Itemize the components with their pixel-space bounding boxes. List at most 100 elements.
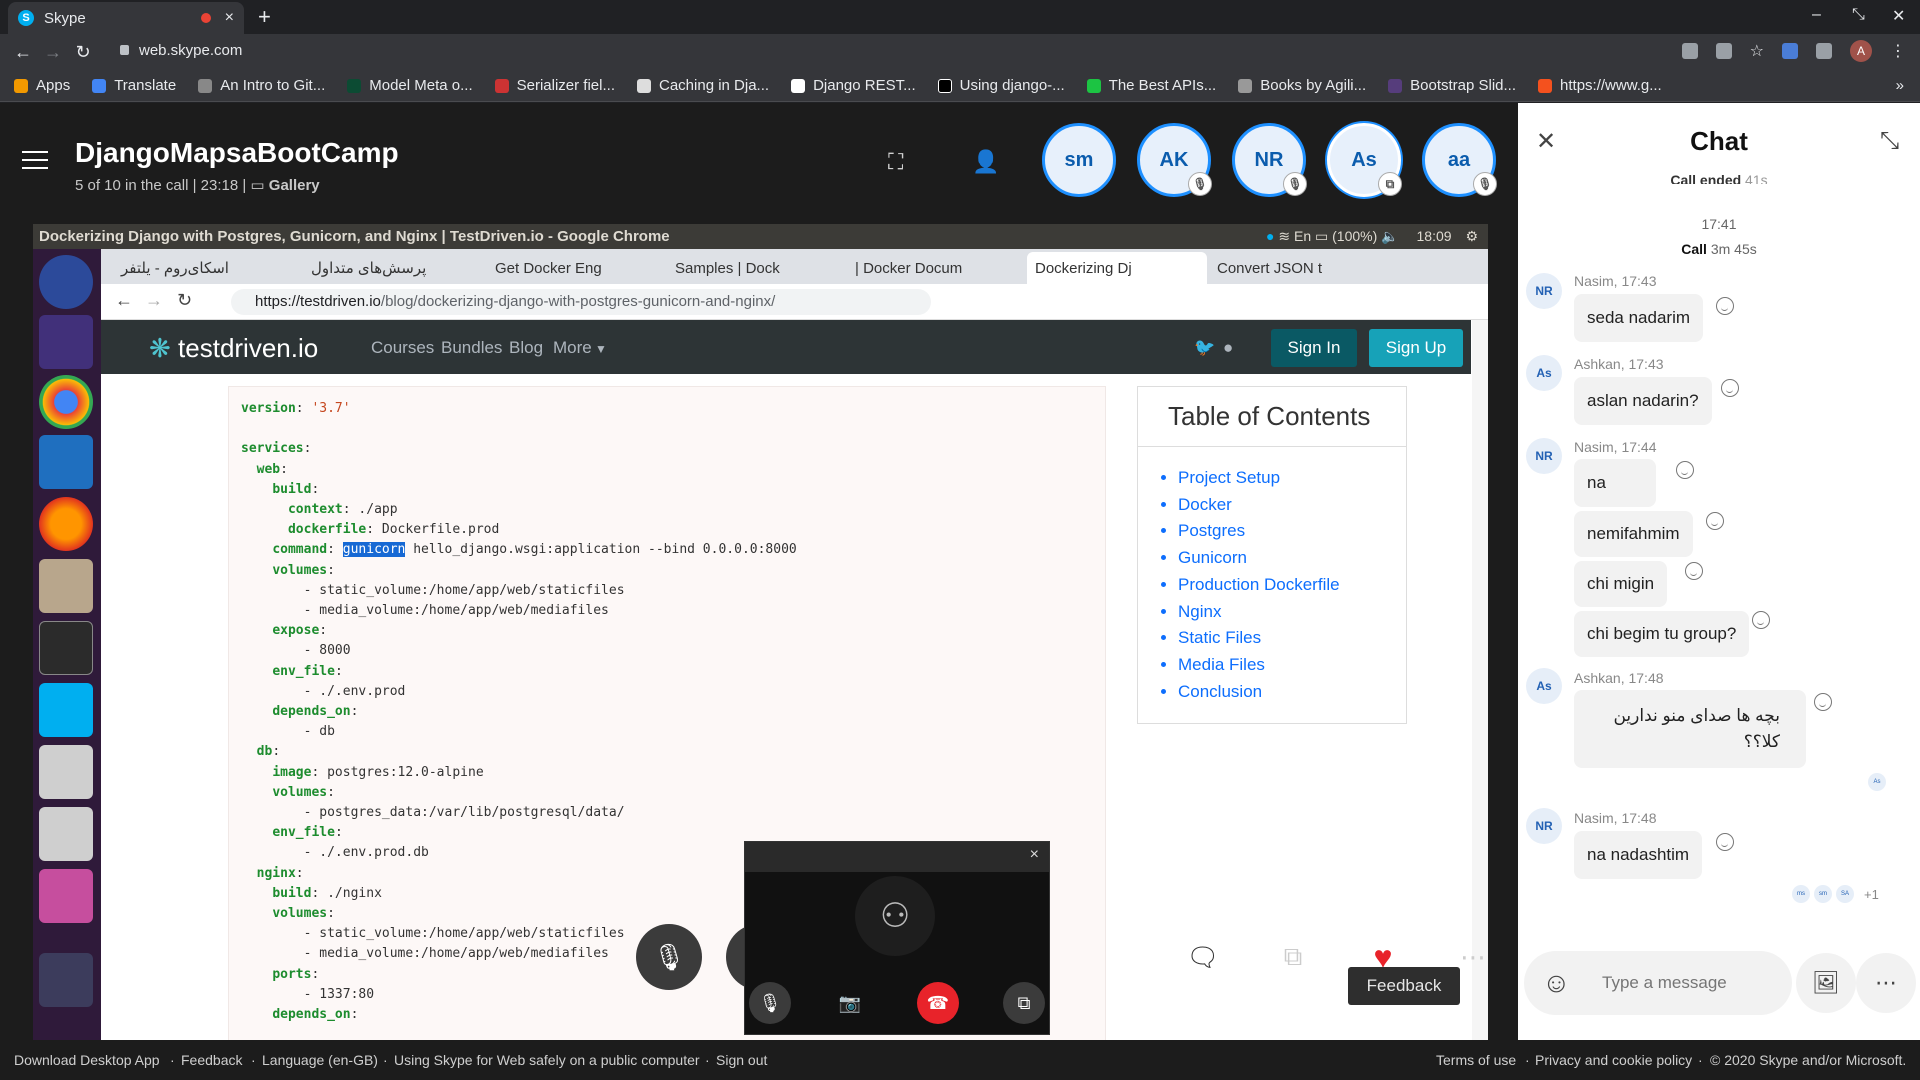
bookmark-item[interactable]: Caching in Dja... xyxy=(637,77,769,94)
emoji-icon[interactable]: ☺ xyxy=(1542,967,1571,999)
bookmark-item[interactable]: Django REST... xyxy=(791,77,916,94)
ubuntu-icon xyxy=(39,255,93,309)
self-mic-button[interactable]: 🎙 xyxy=(749,982,791,1024)
app-icon xyxy=(39,869,93,923)
site-logo: ❋ testdriven.io xyxy=(149,333,319,363)
sender-avatar[interactable]: NR xyxy=(1526,808,1562,844)
participant-avatar-sharing[interactable]: As ⧉ xyxy=(1327,123,1402,197)
message-bubble[interactable]: na xyxy=(1574,459,1656,507)
add-reaction-icon[interactable] xyxy=(1721,379,1739,397)
message-bubble[interactable]: nemifahmim xyxy=(1574,511,1693,557)
message-bubble[interactable]: aslan nadarin? xyxy=(1574,377,1712,425)
bookmark-star-icon[interactable]: ☆ xyxy=(1750,41,1764,61)
expand-icon[interactable]: ⤡ xyxy=(1880,127,1899,155)
language-link[interactable]: Language (en-GB) xyxy=(262,1052,378,1068)
chat-title: Chat xyxy=(1690,126,1748,156)
mute-microphone-button[interactable]: 🎙 xyxy=(636,924,702,990)
hamburger-menu-icon[interactable] xyxy=(22,151,48,169)
sender-avatar[interactable]: NR xyxy=(1526,438,1562,474)
share-screen-icon: ⧉ xyxy=(1017,992,1031,1013)
minimize-window-icon[interactable]: – xyxy=(1812,6,1821,24)
add-reaction-icon[interactable] xyxy=(1716,833,1734,851)
add-reaction-icon[interactable] xyxy=(1752,611,1770,629)
participant-avatar[interactable]: AK 🎙 xyxy=(1137,123,1212,197)
more-chat-options-button[interactable]: ⋯ xyxy=(1856,953,1916,1013)
zoom-icon[interactable] xyxy=(1715,43,1732,59)
feedback-link[interactable]: Feedback xyxy=(181,1052,242,1068)
muted-mic-icon: 🎙 xyxy=(1473,172,1497,196)
recording-indicator-icon xyxy=(200,13,211,23)
open-chat-button[interactable]: 🗨 xyxy=(1170,924,1236,990)
screen-layout-icon[interactable]: ⛶ xyxy=(888,149,903,175)
extension-icon[interactable] xyxy=(1782,43,1798,59)
code-value: - ./.env.prod xyxy=(303,683,406,699)
bookmark-item[interactable]: Bootstrap Slid... xyxy=(1388,77,1516,94)
message-meta: Nasim, 17:43 xyxy=(1574,273,1657,289)
profile-avatar[interactable]: A xyxy=(1850,40,1872,62)
bookmark-item[interactable]: Model Meta o... xyxy=(347,77,473,94)
participant-avatar[interactable]: aa 🎙 xyxy=(1422,123,1497,197)
read-receipt-avatar: sm xyxy=(1814,885,1832,903)
view-mode-button[interactable]: Gallery xyxy=(269,177,320,194)
add-reaction-icon[interactable] xyxy=(1685,562,1703,580)
close-window-icon[interactable]: ✕ xyxy=(1892,6,1905,26)
add-reaction-icon[interactable] xyxy=(1716,297,1734,315)
back-arrow-icon[interactable]: ← xyxy=(8,42,38,63)
add-reaction-icon[interactable] xyxy=(1706,512,1724,530)
terms-link[interactable]: Terms of use xyxy=(1436,1052,1516,1068)
bookmark-item[interactable]: Books by Agili... xyxy=(1238,77,1366,94)
code-line: - db xyxy=(241,724,335,739)
add-reaction-icon[interactable] xyxy=(1676,461,1694,479)
sender-avatar[interactable]: NR xyxy=(1526,273,1562,309)
self-share-button[interactable]: ⧉ xyxy=(1003,982,1045,1024)
privacy-link[interactable]: Privacy and cookie policy xyxy=(1535,1052,1692,1068)
download-app-link[interactable]: Download Desktop App xyxy=(14,1052,160,1068)
sender-avatar[interactable]: As xyxy=(1526,668,1562,704)
message-bubble[interactable]: na nadashtim xyxy=(1574,831,1703,879)
add-participant-icon[interactable]: 👤 xyxy=(972,149,999,175)
message-input[interactable] xyxy=(1602,973,1782,993)
feedback-button[interactable]: Feedback xyxy=(1348,967,1460,1005)
globe-icon[interactable] xyxy=(1816,43,1832,59)
address-bar[interactable]: web.skype.com xyxy=(120,42,242,59)
bookmark-item[interactable]: Serializer fiel... xyxy=(494,77,615,94)
bookmark-item[interactable]: Apps xyxy=(14,77,70,94)
new-tab-button[interactable]: + xyxy=(258,4,271,30)
more-bookmarks-icon[interactable]: » xyxy=(1896,77,1904,94)
sender-avatar[interactable]: As xyxy=(1526,355,1562,391)
self-view-window[interactable]: × ⚇ 🎙 📷 ☎ ⧉ xyxy=(744,841,1050,1035)
message-bubble[interactable]: chi migin xyxy=(1574,561,1668,607)
participant-avatar[interactable]: sm xyxy=(1042,123,1116,197)
bookmark-item[interactable]: An Intro to Git... xyxy=(198,77,325,94)
close-tab-icon[interactable]: × xyxy=(225,9,234,27)
code-line: image: postgres:12.0-alpine xyxy=(272,764,484,780)
code-key: context xyxy=(287,502,343,517)
message-bubble[interactable]: chi begim tu group? xyxy=(1574,611,1750,657)
message-bubble[interactable]: seda nadarim xyxy=(1574,294,1704,342)
reload-icon[interactable]: ↻ xyxy=(68,42,98,63)
restore-window-icon[interactable]: ⤡ xyxy=(1852,6,1865,24)
bookmark-item[interactable]: Using django-... xyxy=(937,77,1065,94)
browser-menu-icon[interactable]: ⋮ xyxy=(1890,41,1906,61)
self-hangup-button[interactable]: ☎ xyxy=(917,982,959,1024)
code-line: depends_on: xyxy=(272,704,367,719)
bookmark-item[interactable]: Translate xyxy=(92,77,176,94)
message-bubble-rtl[interactable]: بچه ها صدای منو ندارین کلا؟؟ xyxy=(1574,690,1806,768)
vscode-icon xyxy=(39,435,93,489)
sign-out-link[interactable]: Sign out xyxy=(716,1052,767,1068)
browser-tab-skype[interactable]: S Skype × xyxy=(8,2,244,34)
safety-link[interactable]: Using Skype for Web safely on a public c… xyxy=(394,1052,700,1068)
add-reaction-icon[interactable] xyxy=(1814,693,1832,711)
code-line: volumes: xyxy=(272,784,343,800)
share-screen-button[interactable]: ⧉ xyxy=(1260,924,1326,990)
nav-link: Courses xyxy=(371,338,435,357)
media-gallery-button[interactable]: 🖼 xyxy=(1796,953,1856,1013)
participant-avatar[interactable]: NR 🎙 xyxy=(1232,123,1307,197)
bookmark-item[interactable]: https://www.g... xyxy=(1538,77,1662,94)
forward-arrow-icon[interactable]: → xyxy=(38,42,68,63)
self-video-button[interactable]: 📷 xyxy=(829,982,871,1024)
close-self-view-icon[interactable]: × xyxy=(1030,846,1039,864)
skype-favicon-icon: S xyxy=(18,10,34,26)
bookmark-item[interactable]: The Best APIs... xyxy=(1086,77,1216,94)
camera-icon[interactable] xyxy=(1681,43,1698,59)
